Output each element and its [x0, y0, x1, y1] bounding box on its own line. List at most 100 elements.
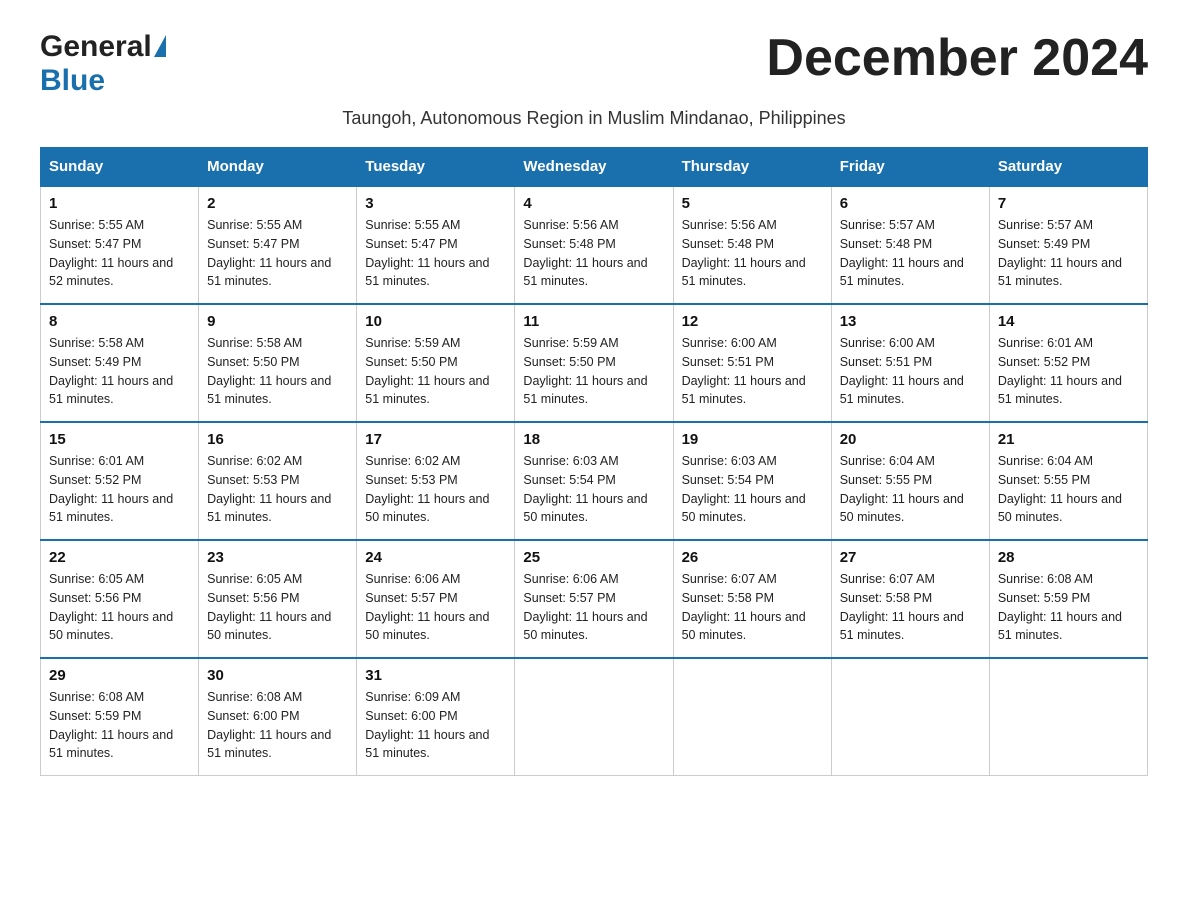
day-info: Sunrise: 5:57 AMSunset: 5:48 PMDaylight:…: [840, 216, 981, 291]
calendar-cell: 8 Sunrise: 5:58 AMSunset: 5:49 PMDaylight…: [41, 304, 199, 422]
calendar-week-4: 22Sunrise: 6:05 AMSunset: 5:56 PMDayligh…: [41, 540, 1148, 658]
calendar-cell: 20 Sunrise: 6:04 AMSunset: 5:55 PMDayligh…: [831, 422, 989, 540]
day-number: 23: [207, 549, 348, 566]
calendar-cell: 27 Sunrise: 6:07 AMSunset: 5:58 PMDayligh…: [831, 540, 989, 658]
calendar-cell: 25 Sunrise: 6:06 AMSunset: 5:57 PMDayligh…: [515, 540, 673, 658]
calendar-cell: 7Sunrise: 5:57 AMSunset: 5:49 PMDaylight…: [989, 186, 1147, 304]
day-number: 10: [365, 313, 506, 330]
calendar-cell: 31Sunrise: 6:09 AMSunset: 6:00 PMDayligh…: [357, 658, 515, 776]
day-info: Sunrise: 6:08 AMSunset: 5:59 PMDaylight:…: [998, 570, 1139, 645]
calendar-week-3: 15 Sunrise: 6:01 AMSunset: 5:52 PMDayligh…: [41, 422, 1148, 540]
calendar-cell: [673, 658, 831, 776]
day-info: Sunrise: 6:00 AMSunset: 5:51 PMDaylight:…: [682, 334, 823, 409]
day-info: Sunrise: 6:01 AMSunset: 5:52 PMDaylight:…: [49, 452, 190, 527]
day-info: Sunrise: 6:04 AMSunset: 5:55 PMDaylight:…: [840, 452, 981, 527]
day-number: 20: [840, 431, 981, 448]
calendar-cell: 9 Sunrise: 5:58 AMSunset: 5:50 PMDaylight…: [199, 304, 357, 422]
calendar: SundayMondayTuesdayWednesdayThursdayFrid…: [40, 147, 1148, 776]
day-number: 5: [682, 195, 823, 212]
day-info: Sunrise: 6:00 AMSunset: 5:51 PMDaylight:…: [840, 334, 981, 409]
day-number: 18: [523, 431, 664, 448]
day-number: 24: [365, 549, 506, 566]
calendar-cell: 29 Sunrise: 6:08 AMSunset: 5:59 PMDayligh…: [41, 658, 199, 776]
day-info: Sunrise: 5:55 AMSunset: 5:47 PMDaylight:…: [365, 216, 506, 291]
day-info: Sunrise: 6:03 AMSunset: 5:54 PMDaylight:…: [523, 452, 664, 527]
day-info: Sunrise: 6:03 AMSunset: 5:54 PMDaylight:…: [682, 452, 823, 527]
day-number: 11: [523, 313, 664, 330]
day-number: 15: [49, 431, 190, 448]
calendar-cell: [515, 658, 673, 776]
calendar-cell: 30 Sunrise: 6:08 AMSunset: 6:00 PMDayligh…: [199, 658, 357, 776]
logo-triangle-icon: [154, 35, 166, 57]
day-number: 16: [207, 431, 348, 448]
day-number: 30: [207, 667, 348, 684]
weekday-header-sunday: Sunday: [41, 148, 199, 187]
calendar-cell: [831, 658, 989, 776]
day-info: Sunrise: 6:01 AMSunset: 5:52 PMDaylight:…: [998, 334, 1139, 409]
day-number: 29: [49, 667, 190, 684]
calendar-week-1: 1 Sunrise: 5:55 AMSunset: 5:47 PMDaylight…: [41, 186, 1148, 304]
day-info: Sunrise: 6:09 AMSunset: 6:00 PMDaylight:…: [365, 688, 506, 763]
calendar-cell: 6 Sunrise: 5:57 AMSunset: 5:48 PMDaylight…: [831, 186, 989, 304]
calendar-cell: 13 Sunrise: 6:00 AMSunset: 5:51 PMDayligh…: [831, 304, 989, 422]
day-number: 13: [840, 313, 981, 330]
calendar-cell: 19 Sunrise: 6:03 AMSunset: 5:54 PMDayligh…: [673, 422, 831, 540]
day-info: Sunrise: 6:05 AMSunset: 5:56 PMDaylight:…: [207, 570, 348, 645]
calendar-cell: 21 Sunrise: 6:04 AMSunset: 5:55 PMDayligh…: [989, 422, 1147, 540]
calendar-cell: 5 Sunrise: 5:56 AMSunset: 5:48 PMDaylight…: [673, 186, 831, 304]
day-number: 26: [682, 549, 823, 566]
calendar-cell: 3 Sunrise: 5:55 AMSunset: 5:47 PMDaylight…: [357, 186, 515, 304]
calendar-cell: 17Sunrise: 6:02 AMSunset: 5:53 PMDayligh…: [357, 422, 515, 540]
weekday-header-saturday: Saturday: [989, 148, 1147, 187]
calendar-cell: 14Sunrise: 6:01 AMSunset: 5:52 PMDayligh…: [989, 304, 1147, 422]
logo-general-text: General: [40, 30, 152, 64]
calendar-cell: 24Sunrise: 6:06 AMSunset: 5:57 PMDayligh…: [357, 540, 515, 658]
day-info: Sunrise: 6:08 AMSunset: 6:00 PMDaylight:…: [207, 688, 348, 763]
day-info: Sunrise: 6:05 AMSunset: 5:56 PMDaylight:…: [49, 570, 190, 645]
day-number: 21: [998, 431, 1139, 448]
calendar-cell: 26 Sunrise: 6:07 AMSunset: 5:58 PMDayligh…: [673, 540, 831, 658]
day-info: Sunrise: 5:58 AMSunset: 5:49 PMDaylight:…: [49, 334, 190, 409]
calendar-week-2: 8 Sunrise: 5:58 AMSunset: 5:49 PMDaylight…: [41, 304, 1148, 422]
day-number: 19: [682, 431, 823, 448]
day-number: 25: [523, 549, 664, 566]
day-number: 7: [998, 195, 1139, 212]
weekday-header-wednesday: Wednesday: [515, 148, 673, 187]
calendar-cell: 16Sunrise: 6:02 AMSunset: 5:53 PMDayligh…: [199, 422, 357, 540]
logo: General Blue: [40, 30, 166, 98]
weekday-header-tuesday: Tuesday: [357, 148, 515, 187]
day-info: Sunrise: 6:06 AMSunset: 5:57 PMDaylight:…: [523, 570, 664, 645]
calendar-cell: 11 Sunrise: 5:59 AMSunset: 5:50 PMDayligh…: [515, 304, 673, 422]
calendar-cell: 18 Sunrise: 6:03 AMSunset: 5:54 PMDayligh…: [515, 422, 673, 540]
calendar-week-5: 29 Sunrise: 6:08 AMSunset: 5:59 PMDayligh…: [41, 658, 1148, 776]
month-title: December 2024: [766, 30, 1148, 87]
calendar-cell: 4Sunrise: 5:56 AMSunset: 5:48 PMDaylight…: [515, 186, 673, 304]
day-number: 9: [207, 313, 348, 330]
calendar-cell: 23 Sunrise: 6:05 AMSunset: 5:56 PMDayligh…: [199, 540, 357, 658]
day-info: Sunrise: 5:59 AMSunset: 5:50 PMDaylight:…: [523, 334, 664, 409]
day-info: Sunrise: 6:02 AMSunset: 5:53 PMDaylight:…: [365, 452, 506, 527]
day-number: 27: [840, 549, 981, 566]
logo-blue-text: Blue: [40, 64, 105, 98]
day-number: 1: [49, 195, 190, 212]
calendar-cell: 15 Sunrise: 6:01 AMSunset: 5:52 PMDayligh…: [41, 422, 199, 540]
weekday-header-thursday: Thursday: [673, 148, 831, 187]
day-number: 6: [840, 195, 981, 212]
calendar-cell: 22Sunrise: 6:05 AMSunset: 5:56 PMDayligh…: [41, 540, 199, 658]
day-info: Sunrise: 5:55 AMSunset: 5:47 PMDaylight:…: [207, 216, 348, 291]
calendar-cell: 12 Sunrise: 6:00 AMSunset: 5:51 PMDayligh…: [673, 304, 831, 422]
day-info: Sunrise: 6:04 AMSunset: 5:55 PMDaylight:…: [998, 452, 1139, 527]
day-info: Sunrise: 5:56 AMSunset: 5:48 PMDaylight:…: [682, 216, 823, 291]
day-info: Sunrise: 6:07 AMSunset: 5:58 PMDaylight:…: [840, 570, 981, 645]
calendar-cell: 10Sunrise: 5:59 AMSunset: 5:50 PMDayligh…: [357, 304, 515, 422]
day-number: 2: [207, 195, 348, 212]
calendar-cell: 1Sunrise: 5:55 AMSunset: 5:47 PMDaylight…: [41, 186, 199, 304]
day-info: Sunrise: 6:07 AMSunset: 5:58 PMDaylight:…: [682, 570, 823, 645]
day-info: Sunrise: 5:58 AMSunset: 5:50 PMDaylight:…: [207, 334, 348, 409]
day-number: 8: [49, 313, 190, 330]
day-info: Sunrise: 6:08 AMSunset: 5:59 PMDaylight:…: [49, 688, 190, 763]
day-number: 28: [998, 549, 1139, 566]
day-number: 3: [365, 195, 506, 212]
weekday-header-friday: Friday: [831, 148, 989, 187]
day-number: 12: [682, 313, 823, 330]
